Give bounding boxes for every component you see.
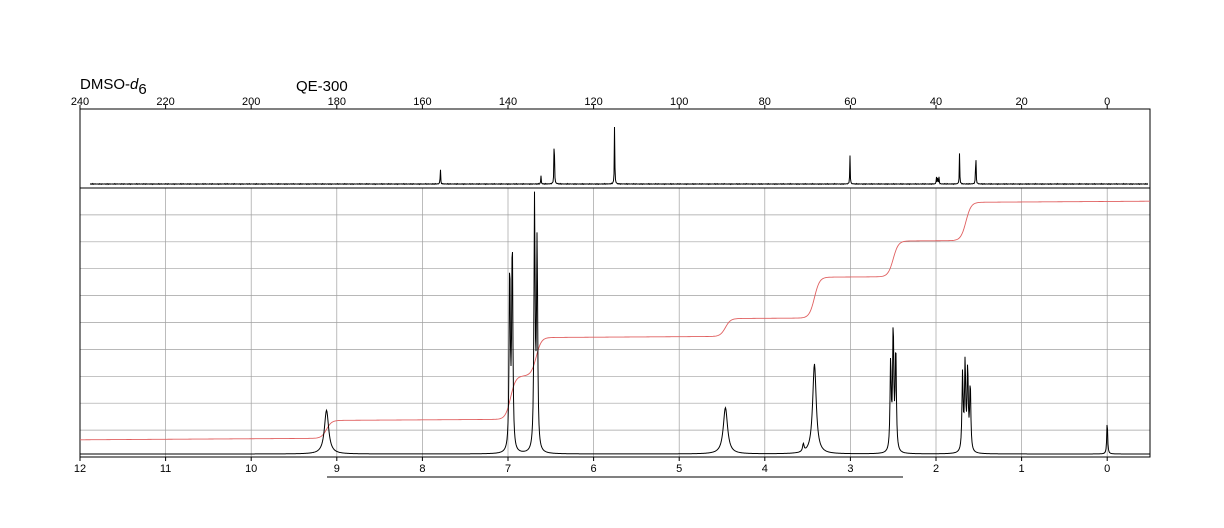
h1-tick-label: 0 <box>1104 463 1110 475</box>
c13-tick-label: 140 <box>499 96 517 108</box>
c13-spectrum-line <box>89 127 1149 186</box>
h1-tick-label: 1 <box>1019 463 1025 475</box>
h1-tick-label: 4 <box>762 463 768 475</box>
h1-tick-label: 2 <box>933 463 939 475</box>
h1-tick-label: 12 <box>74 463 86 475</box>
h1-tick-label: 8 <box>419 463 425 475</box>
h1-integral-curve <box>79 200 1151 441</box>
c13-tick-label: 220 <box>156 96 174 108</box>
h1-panel <box>79 187 1151 458</box>
c13-tick-label: 20 <box>1015 96 1027 108</box>
c13-tick-label: 80 <box>759 96 771 108</box>
c13-tick-label: 60 <box>844 96 856 108</box>
c13-tick-label: 0 <box>1104 96 1110 108</box>
h1-tick-label: 7 <box>505 463 511 475</box>
h1-tick-label: 11 <box>160 463 171 475</box>
h1-tick-label: 5 <box>676 463 682 475</box>
c13-tick-label: 160 <box>413 96 431 108</box>
h1-tick-label: 3 <box>847 463 853 475</box>
nmr-chart: 240 220 200 180 160 140 120 100 80 60 40 20 0 12 11 10… <box>71 96 1151 478</box>
h1-tick-label: 9 <box>334 463 340 475</box>
c13-tick-label: 240 <box>71 96 89 108</box>
h1-tick-label: 6 <box>591 463 597 475</box>
c13-tick-label: 40 <box>930 96 942 108</box>
c13-tick-label: 120 <box>584 96 602 108</box>
h1-tick-labels: 12 11 10 9 8 7 6 5 4 3 2 1 0 <box>74 457 1110 475</box>
h1-tick-label: 10 <box>245 463 257 475</box>
c13-tick-label: 100 <box>670 96 688 108</box>
c13-tick-label: 200 <box>242 96 260 108</box>
c13-tick-labels: 240 220 200 180 160 140 120 100 80 60 40 20 0 <box>71 96 1110 109</box>
c13-tick-label: 180 <box>328 96 346 108</box>
